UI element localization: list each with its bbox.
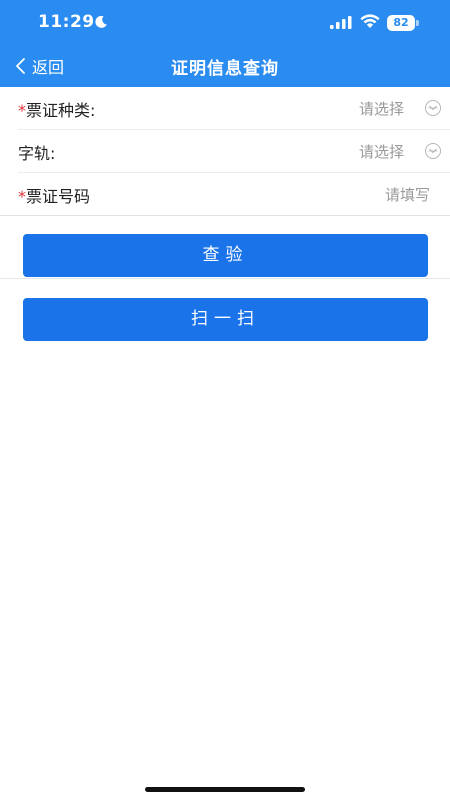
ticket-type-label: *票证种类: <box>18 97 95 121</box>
status-bar: 11:29 82 <box>0 0 450 46</box>
picker-icon[interactable] <box>424 142 442 160</box>
section-divider <box>0 278 450 279</box>
navigation-bar: 返回 证明信息查询 <box>0 46 450 87</box>
battery-tip <box>416 20 419 26</box>
query-form: *票证种类: 请选择 字轨: 请选择 *票证号码 请填写 <box>0 87 450 216</box>
ticket-number-label: *票证号码 <box>18 183 90 207</box>
ticket-type-label-text: 票证种类: <box>26 101 96 120</box>
picker-icon[interactable] <box>424 99 442 117</box>
prefix-label-text: 字轨: <box>18 144 56 163</box>
ticket-number-row[interactable]: *票证号码 请填写 <box>0 173 450 216</box>
scan-button[interactable]: 扫一扫 <box>23 298 428 341</box>
home-indicator[interactable] <box>145 787 305 792</box>
prefix-row[interactable]: 字轨: 请选择 <box>18 130 450 173</box>
page-title: 证明信息查询 <box>171 59 279 79</box>
ticket-number-input[interactable]: 请填写 <box>385 184 430 205</box>
battery-icon: 82 <box>387 15 419 31</box>
required-mark: * <box>18 101 26 120</box>
moon-icon <box>95 15 107 28</box>
battery-level: 82 <box>387 15 415 31</box>
prefix-label: 字轨: <box>18 140 55 164</box>
wifi-icon <box>360 14 380 28</box>
required-mark: * <box>18 187 26 206</box>
ticket-type-row[interactable]: *票证种类: 请选择 <box>18 87 450 130</box>
verify-button[interactable]: 查验 <box>23 234 428 277</box>
status-time: 11:29 <box>38 12 95 32</box>
prefix-select[interactable]: 请选择 <box>359 141 404 162</box>
ticket-type-select[interactable]: 请选择 <box>359 98 404 119</box>
cellular-signal-icon <box>330 16 352 29</box>
ticket-number-label-text: 票证号码 <box>26 187 91 206</box>
